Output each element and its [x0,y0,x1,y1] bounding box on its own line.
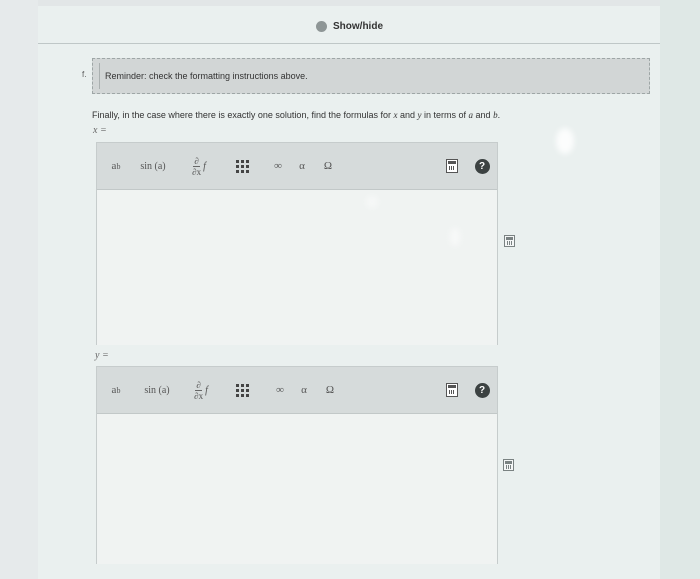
y-answer-editor: ab sin (a) ∂ ∂x f ∞ α Ω ? [96,366,498,564]
x-alpha-button[interactable]: α [293,143,311,189]
partial-num: ∂ [195,379,202,391]
instruction-mid: and [397,110,418,120]
matrix-icon [235,159,249,173]
instruction-mid2: in terms of [421,110,469,120]
toggle-circle-icon[interactable] [316,21,327,32]
partial-den: ∂x [194,390,204,401]
background-left [0,0,38,579]
partial-den: ∂x [192,166,202,177]
show-hide-toggle[interactable]: Show/hide [316,21,383,32]
x-sin-button[interactable]: sin (a) [131,143,175,189]
instruction-prefix: Finally, in the case where there is exac… [92,110,394,120]
reminder-box: Reminder: check the formatting instructi… [92,58,650,94]
x-partial-derivative-button[interactable]: ∂ ∂x f [179,143,219,189]
x-answer-label: x = [93,125,107,136]
instruction-suffix: . [497,110,501,120]
help-icon: ? [474,158,490,174]
y-infinity-button[interactable]: ∞ [269,367,291,413]
partial-fraction: ∂ ∂x [192,156,201,177]
calculator-icon [446,383,458,397]
calculator-icon [446,159,458,173]
y-power-button[interactable]: ab [101,367,131,413]
x-answer-input[interactable] [97,190,497,345]
x-side-calculator-icon[interactable] [504,235,515,247]
partial-num: ∂ [193,155,200,167]
reminder-text: Reminder: check the formatting instructi… [105,71,308,81]
y-calculator-button[interactable] [441,367,463,413]
background-right [660,0,700,579]
y-alpha-button[interactable]: α [295,367,313,413]
matrix-icon [235,383,249,397]
partial-fraction: ∂ ∂x [194,380,203,401]
help-icon: ? [474,382,490,398]
x-answer-editor: ab sin (a) ∂ ∂x f ∞ α Ω ? [96,142,498,345]
x-omega-button[interactable]: Ω [317,143,339,189]
y-omega-button[interactable]: Ω [319,367,341,413]
y-matrix-button[interactable] [225,367,259,413]
header-divider [38,43,660,44]
x-calculator-button[interactable] [441,143,463,189]
x-help-button[interactable]: ? [471,143,493,189]
screen-glare [366,196,378,208]
y-partial-derivative-button[interactable]: ∂ ∂x f [181,367,221,413]
instruction-mid3: and [473,110,494,120]
y-answer-label: y = [95,350,109,361]
screen-glare [556,128,574,154]
y-answer-input[interactable] [97,414,497,564]
y-help-button[interactable]: ? [471,367,493,413]
screen-glare [450,228,460,246]
reminder-marker [99,63,106,89]
power-exp: b [116,161,121,171]
partial-f: f [203,160,206,172]
question-number: f. [82,70,87,79]
x-power-button[interactable]: ab [101,143,131,189]
y-sin-button[interactable]: sin (a) [135,367,179,413]
power-exp: b [116,385,121,395]
show-hide-label[interactable]: Show/hide [333,21,383,32]
x-matrix-button[interactable] [225,143,259,189]
instruction-text: Finally, in the case where there is exac… [92,110,500,120]
x-infinity-button[interactable]: ∞ [267,143,289,189]
partial-f: f [205,384,208,396]
y-side-calculator-icon[interactable] [503,459,514,471]
y-editor-toolbar: ab sin (a) ∂ ∂x f ∞ α Ω ? [97,367,497,414]
x-editor-toolbar: ab sin (a) ∂ ∂x f ∞ α Ω ? [97,143,497,190]
